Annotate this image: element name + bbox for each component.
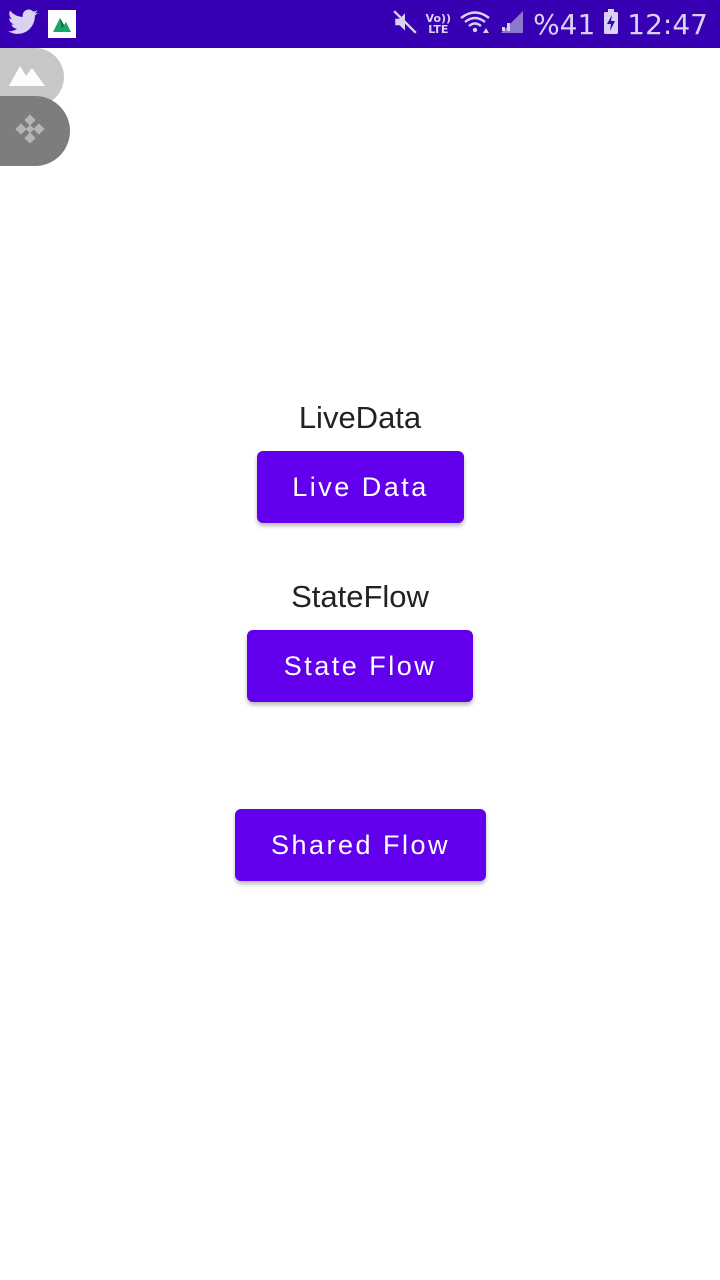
status-bar-left <box>8 0 76 48</box>
floating-bubble-bottom[interactable] <box>0 96 70 166</box>
twitter-icon <box>8 9 38 39</box>
wifi-icon <box>459 9 491 39</box>
mountain-app-icon <box>8 62 46 92</box>
clock: 12:47 <box>627 7 708 41</box>
stateflow-label: StateFlow <box>291 579 429 614</box>
diamond-app-icon <box>15 114 45 148</box>
livedata-label: LiveData <box>298 400 422 435</box>
state-flow-button[interactable]: State Flow <box>247 630 473 702</box>
live-data-button[interactable]: Live Data <box>257 451 464 523</box>
app-screen: Vo)) LTE %41 12:47 LiveData Live Data St… <box>0 0 720 1280</box>
shared-flow-button[interactable]: Shared Flow <box>235 809 486 881</box>
signal-icon <box>499 9 525 39</box>
volte-icon: Vo)) LTE <box>425 12 452 36</box>
battery-percent: %41 <box>533 7 596 41</box>
battery-charging-icon <box>603 9 619 39</box>
mute-icon <box>392 9 418 39</box>
app-notification-icon <box>48 10 76 38</box>
status-bar-right: Vo)) LTE %41 12:47 <box>392 0 708 48</box>
status-bar: Vo)) LTE %41 12:47 <box>0 0 720 48</box>
